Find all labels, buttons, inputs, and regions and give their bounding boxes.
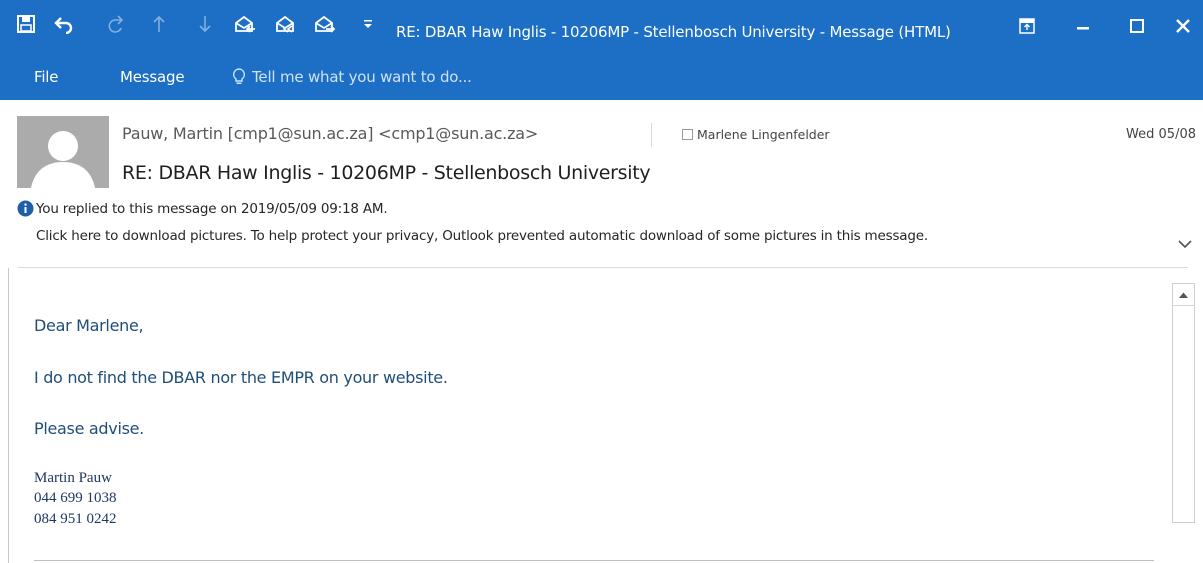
signature-phone-1: 044 699 1038 — [34, 490, 117, 506]
vertical-scrollbar[interactable] — [1172, 283, 1195, 523]
customize-quick-access-icon[interactable] — [360, 10, 376, 38]
chevron-down-icon[interactable] — [1175, 236, 1195, 252]
maximize-icon[interactable] — [1122, 12, 1152, 40]
recipient[interactable]: Marlene Lingenfelder — [682, 127, 830, 142]
save-icon[interactable] — [12, 10, 40, 38]
signature-phone-2: 084 951 0242 — [34, 511, 117, 527]
body-line-2: Please advise. — [34, 419, 144, 438]
message-subject: RE: DBAR Haw Inglis - 10206MP - Stellenb… — [122, 162, 651, 184]
signature-name: Martin Pauw — [34, 470, 112, 486]
window-title: RE: DBAR Haw Inglis - 10206MP - Stellenb… — [396, 23, 951, 41]
scroll-up-arrow-icon[interactable] — [1173, 284, 1194, 306]
avatar — [17, 116, 109, 188]
body-greeting: Dear Marlene, — [34, 316, 144, 335]
tab-message[interactable]: Message — [120, 68, 185, 86]
close-icon[interactable] — [1168, 12, 1198, 40]
redo-icon[interactable] — [102, 10, 130, 38]
header-divider — [651, 123, 652, 147]
header-divider-line — [18, 267, 1188, 268]
body-line-1: I do not find the DBAR nor the EMPR on y… — [34, 368, 448, 387]
sender-address[interactable]: Pauw, Martin [cmp1@sun.ac.za] <cmp1@sun.… — [122, 124, 538, 143]
next-item-icon[interactable] — [194, 10, 216, 38]
tell-me-search[interactable]: Tell me what you want to do... — [232, 66, 472, 88]
download-pictures-notice[interactable]: Click here to download pictures. To help… — [36, 228, 928, 244]
previous-item-icon[interactable] — [148, 10, 170, 38]
recipient-name: Marlene Lingenfelder — [697, 127, 830, 142]
reply-all-icon[interactable] — [270, 10, 300, 38]
forward-icon[interactable] — [310, 10, 340, 38]
tab-file[interactable]: File — [34, 68, 59, 86]
body-left-border — [8, 268, 9, 563]
minimize-icon[interactable] — [1068, 12, 1098, 40]
tell-me-placeholder: Tell me what you want to do... — [252, 68, 472, 86]
recipient-checkbox-icon — [682, 129, 693, 140]
undo-icon[interactable] — [50, 10, 78, 38]
received-date: Wed 05/08 — [1126, 127, 1196, 142]
reply-icon[interactable] — [230, 10, 260, 38]
info-icon — [17, 200, 34, 217]
body-divider — [34, 560, 1154, 561]
replied-info-text: You replied to this message on 2019/05/0… — [36, 201, 388, 217]
lightbulb-icon — [232, 68, 246, 84]
ribbon-display-options-icon[interactable] — [1012, 12, 1042, 40]
